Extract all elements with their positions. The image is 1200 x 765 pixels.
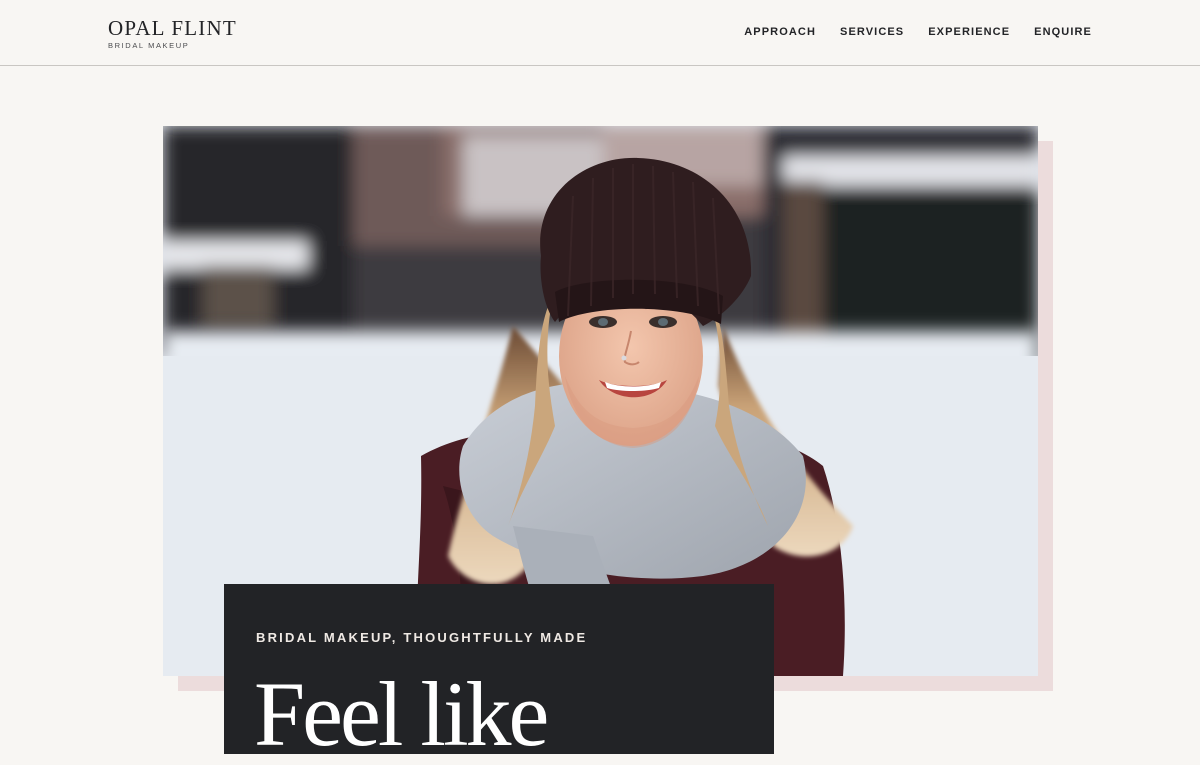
site-header: OPAL FLINT BRIDAL MAKEUP APPROACH SERVIC… bbox=[0, 0, 1200, 66]
nav-link-services[interactable]: SERVICES bbox=[840, 26, 904, 39]
brand-name: OPAL FLINT bbox=[108, 16, 237, 40]
nav-link-experience[interactable]: EXPERIENCE bbox=[928, 26, 1010, 39]
main-nav: APPROACH SERVICES EXPERIENCE ENQUIRE bbox=[744, 26, 1092, 39]
hero-caption-card: BRIDAL MAKEUP, THOUGHTFULLY MADE Feel li… bbox=[224, 584, 774, 764]
nav-link-enquire[interactable]: ENQUIRE bbox=[1034, 26, 1092, 39]
brand-logo[interactable]: OPAL FLINT BRIDAL MAKEUP bbox=[108, 17, 237, 50]
brand-tagline: BRIDAL MAKEUP bbox=[108, 41, 190, 50]
hero-eyebrow: BRIDAL MAKEUP, THOUGHTFULLY MADE bbox=[256, 630, 588, 645]
nav-link-approach[interactable]: APPROACH bbox=[744, 26, 816, 39]
hero-headline: Feel like bbox=[254, 663, 549, 765]
